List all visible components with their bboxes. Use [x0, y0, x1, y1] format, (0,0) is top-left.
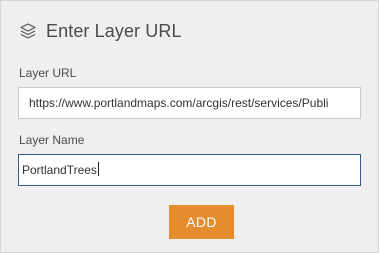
panel-header: Enter Layer URL — [19, 19, 182, 43]
layers-icon — [19, 22, 37, 40]
panel-title: Enter Layer URL — [46, 20, 182, 41]
text-cursor — [97, 162, 99, 176]
add-button[interactable]: ADD — [169, 205, 234, 239]
enter-layer-url-panel: Enter Layer URL Layer URL https://www.po… — [0, 0, 379, 253]
layer-name-label: Layer Name — [19, 133, 85, 147]
layer-name-input[interactable]: PortlandTrees — [18, 154, 361, 186]
layer-url-value: https://www.portlandmaps.com/arcgis/rest… — [29, 96, 329, 110]
layer-name-value: PortlandTrees — [22, 163, 97, 177]
layer-url-label: Layer URL — [19, 66, 77, 80]
layer-url-input[interactable]: https://www.portlandmaps.com/arcgis/rest… — [18, 87, 361, 119]
